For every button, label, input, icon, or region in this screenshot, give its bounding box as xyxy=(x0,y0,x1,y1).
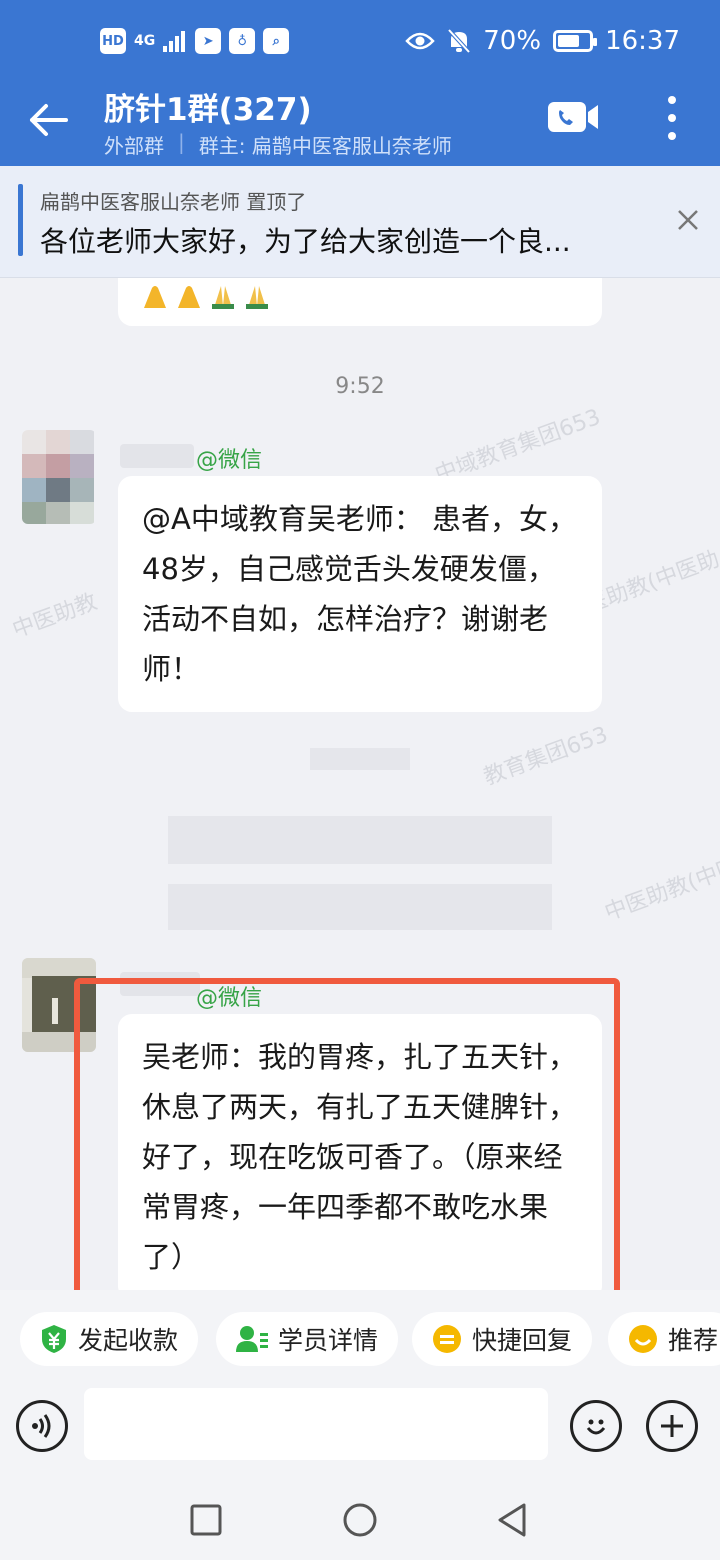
emoji-message-bubble[interactable] xyxy=(118,278,602,326)
app-notification-icon: ➤ xyxy=(195,28,222,54)
network-type: 4G xyxy=(134,33,156,49)
pray-hand-icon xyxy=(178,286,200,308)
message-input[interactable] xyxy=(84,1388,548,1460)
battery-percent: 70% xyxy=(483,26,542,56)
battery-level xyxy=(558,35,580,47)
more-options-icon[interactable] xyxy=(660,96,684,140)
group-type: 外部群 xyxy=(104,134,164,158)
quick-reply-icon xyxy=(433,1325,461,1353)
bulb-icon: ♁ xyxy=(229,28,256,54)
pinned-accent-bar xyxy=(18,184,23,256)
wechat-tag: @微信 xyxy=(196,448,263,473)
home-icon[interactable] xyxy=(342,1502,378,1538)
time-divider: 9:52 xyxy=(335,374,385,399)
chip-label: 学员详情 xyxy=(278,1326,379,1355)
divider: | xyxy=(178,130,185,154)
top-bar: HD 4G ➤ ♁ ⌕ 70% 16:37 脐针1群(327) 外部群 | 群主… xyxy=(0,0,720,166)
close-icon[interactable] xyxy=(676,208,700,232)
system-nav-bar xyxy=(0,1480,720,1560)
pray-hand-icon xyxy=(144,286,166,308)
sender-name xyxy=(120,444,194,468)
chip-label: 发起收款 xyxy=(78,1326,179,1355)
mute-bell-icon xyxy=(447,28,471,54)
back-arrow-icon[interactable] xyxy=(26,98,70,142)
quick-reply-chip[interactable]: 快捷回复 xyxy=(412,1312,593,1366)
chat-subtitle: 外部群 | 群主: 扁鹊中医客服山奈老师 xyxy=(104,130,452,159)
watermark: 中医助教 xyxy=(9,589,101,644)
chip-label: 快捷回复 xyxy=(472,1326,573,1355)
recommend-chip[interactable]: 推荐 xyxy=(608,1312,720,1366)
blurred-content xyxy=(168,884,552,930)
status-right: 70% 16:37 xyxy=(405,26,680,56)
student-icon xyxy=(236,1326,268,1352)
pinned-meta: 扁鹊中医客服山奈老师 置顶了 xyxy=(40,190,307,214)
hd-badge: HD xyxy=(100,28,126,54)
quick-action-bar: 发起收款 学员详情 快捷回复 推荐 xyxy=(0,1290,720,1374)
search-notification-icon: ⌕ xyxy=(263,28,290,54)
pinned-notice[interactable]: 扁鹊中医客服山奈老师 置顶了 各位老师大家好，为了给大家创造一个良... xyxy=(0,166,720,278)
highlight-box xyxy=(74,978,620,1290)
blurred-content xyxy=(310,748,410,770)
student-details-chip[interactable]: 学员详情 xyxy=(216,1312,399,1366)
eye-icon xyxy=(405,32,435,50)
blurred-content xyxy=(168,816,552,864)
clock: 16:37 xyxy=(605,26,680,56)
call-icon[interactable] xyxy=(548,100,600,134)
pray-hands-icon xyxy=(212,286,234,309)
battery-icon xyxy=(553,30,598,52)
back-nav-icon[interactable] xyxy=(494,1502,530,1538)
payment-icon xyxy=(42,1325,66,1353)
smiley-icon xyxy=(586,1419,606,1435)
status-bar: HD 4G ➤ ♁ ⌕ 70% 16:37 xyxy=(0,0,720,84)
recommend-icon xyxy=(629,1325,657,1353)
chat-title: 脐针1群(327) xyxy=(104,92,312,128)
voice-button[interactable] xyxy=(16,1400,68,1452)
watermark: 中医助教(中医助 xyxy=(601,846,720,926)
status-left: HD 4G ➤ ♁ ⌕ xyxy=(100,28,290,54)
collect-payment-chip[interactable]: 发起收款 xyxy=(20,1312,199,1366)
chip-label: 推荐 xyxy=(668,1326,719,1355)
input-bar xyxy=(0,1374,720,1480)
emoji-button[interactable] xyxy=(570,1400,622,1452)
voice-icon xyxy=(32,1414,51,1438)
plus-icon xyxy=(661,1415,683,1437)
pray-hands-icon xyxy=(246,286,268,309)
chat-area[interactable]: 中域教育集团653 中医助教(中医助 中医助教 教育集团653 中医助教(中医助… xyxy=(0,278,720,1290)
watermark: 教育集团653 xyxy=(480,722,612,791)
group-owner: 群主: 扁鹊中医客服山奈老师 xyxy=(198,134,452,158)
avatar[interactable] xyxy=(22,430,96,524)
message-bubble[interactable]: @A中域教育吴老师： 患者，女，48岁，自己感觉舌头发硬发僵，活动不自如，怎样治… xyxy=(118,476,602,712)
signal-icon xyxy=(163,31,186,52)
add-button[interactable] xyxy=(646,1400,698,1452)
pinned-text: 各位老师大家好，为了给大家创造一个良... xyxy=(40,225,571,258)
recent-apps-icon[interactable] xyxy=(188,1502,224,1538)
